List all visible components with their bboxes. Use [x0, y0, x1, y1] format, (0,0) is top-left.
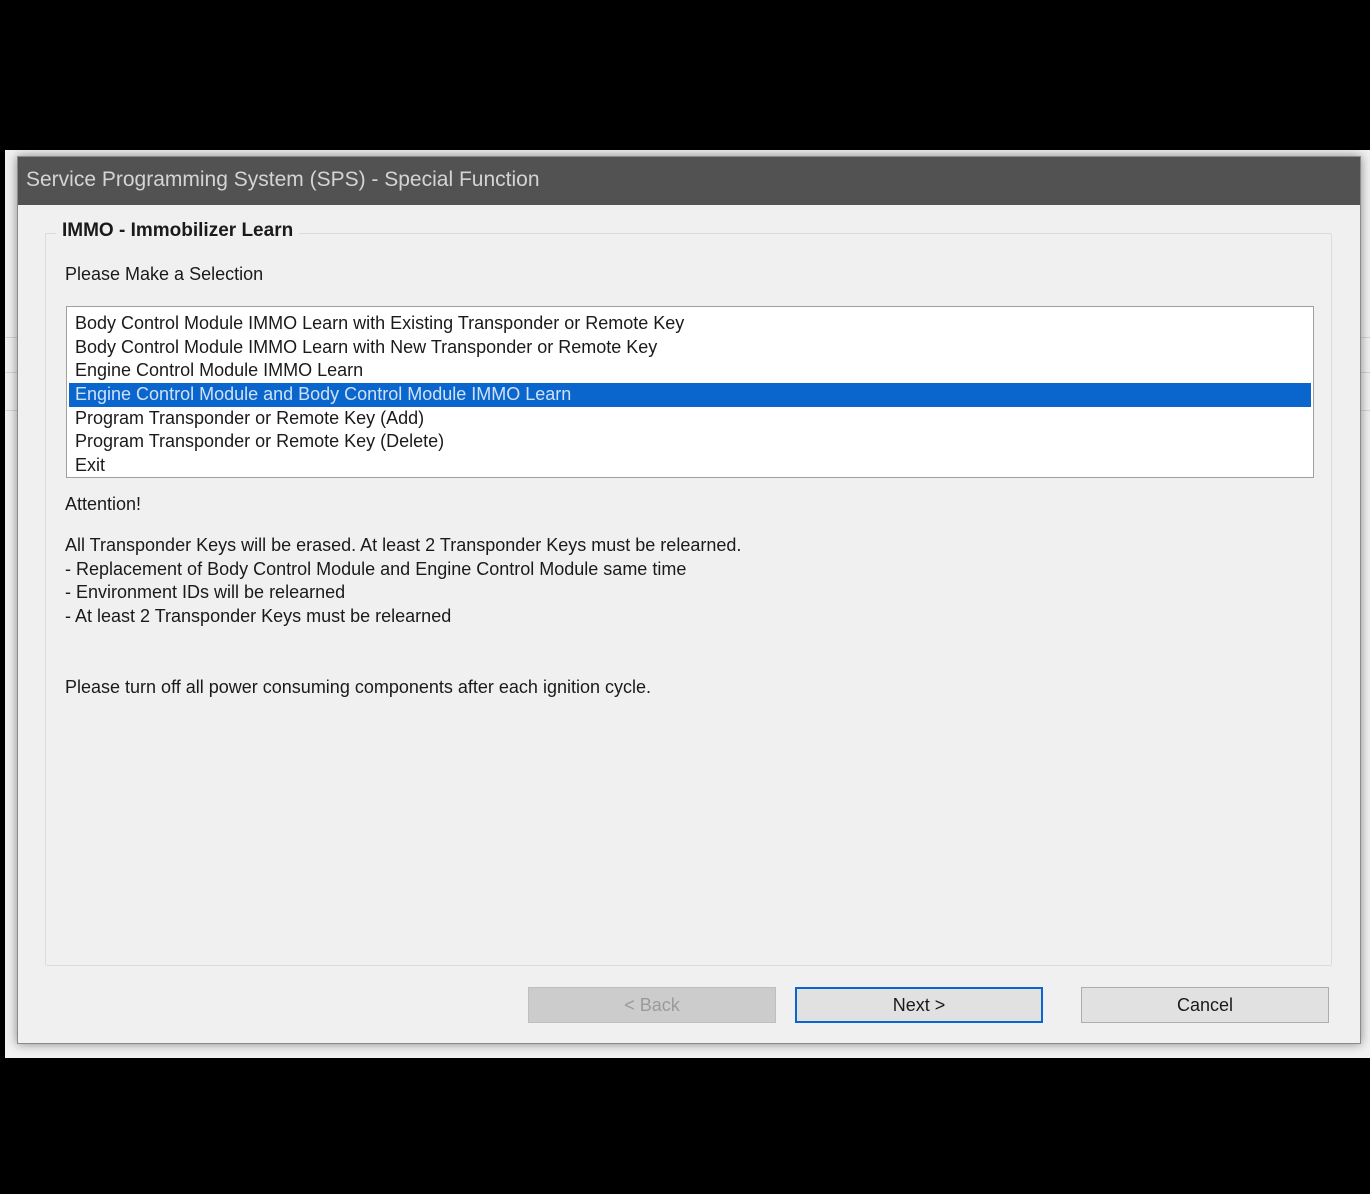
- attention-line: - At least 2 Transponder Keys must be re…: [65, 605, 452, 626]
- group-title: IMMO - Immobilizer Learn: [56, 220, 300, 242]
- list-item[interactable]: Program Transponder or Remote Key (Add): [69, 407, 1311, 431]
- cancel-button[interactable]: Cancel: [1081, 987, 1329, 1023]
- attention-line: - Environment IDs will be relearned: [65, 582, 346, 602]
- next-button[interactable]: Next >: [795, 987, 1043, 1023]
- list-item[interactable]: Engine Control Module and Body Control M…: [69, 383, 1311, 407]
- list-item[interactable]: Engine Control Module IMMO Learn: [69, 359, 1311, 383]
- letterbox-bottom: [0, 1058, 1370, 1194]
- letterbox-top: [0, 0, 1370, 150]
- attention-message: All Transponder Keys will be erased. At …: [65, 534, 741, 628]
- list-item[interactable]: Exit: [69, 454, 1311, 478]
- selection-prompt: Please Make a Selection: [65, 264, 264, 284]
- attention-line: All Transponder Keys will be erased. At …: [65, 535, 742, 555]
- attention-heading: Attention!: [65, 494, 142, 514]
- list-item[interactable]: Body Control Module IMMO Learn with New …: [69, 336, 1311, 360]
- attention-line: - Replacement of Body Control Module and…: [65, 558, 687, 579]
- back-button[interactable]: < Back: [528, 987, 776, 1023]
- list-item[interactable]: Program Transponder or Remote Key (Delet…: [69, 430, 1311, 454]
- selection-listbox[interactable]: Body Control Module IMMO Learn with Exis…: [66, 306, 1314, 478]
- power-note: Please turn off all power consuming comp…: [65, 677, 651, 697]
- list-item[interactable]: Body Control Module IMMO Learn with Exis…: [69, 312, 1311, 336]
- special-function-dialog: Service Programming System (SPS) - Speci…: [17, 156, 1361, 1044]
- dialog-title: Service Programming System (SPS) - Speci…: [26, 168, 540, 191]
- dialog-titlebar[interactable]: Service Programming System (SPS) - Speci…: [18, 157, 1360, 205]
